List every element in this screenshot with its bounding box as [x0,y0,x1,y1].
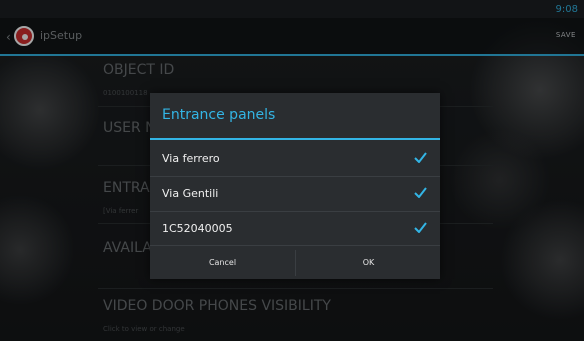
dialog-button-bar: Cancel OK [150,245,440,280]
list-item[interactable]: 1C52040005 [150,210,440,246]
list-item-label: 1C52040005 [162,222,233,235]
dialog-title: Entrance panels [162,107,276,123]
list-item[interactable]: Via ferrero [150,140,440,177]
list-item[interactable]: Via Gentili [150,175,440,212]
checkmark-icon[interactable] [414,222,427,233]
entrance-panels-dialog: Entrance panels Via ferrero Via Gentili … [150,93,440,279]
checkmark-icon[interactable] [414,152,427,163]
ok-button[interactable]: OK [296,246,441,280]
list-item-label: Via Gentili [162,187,219,200]
checkmark-icon[interactable] [414,187,427,198]
cancel-button[interactable]: Cancel [150,246,295,280]
list-item-label: Via ferrero [162,152,220,165]
